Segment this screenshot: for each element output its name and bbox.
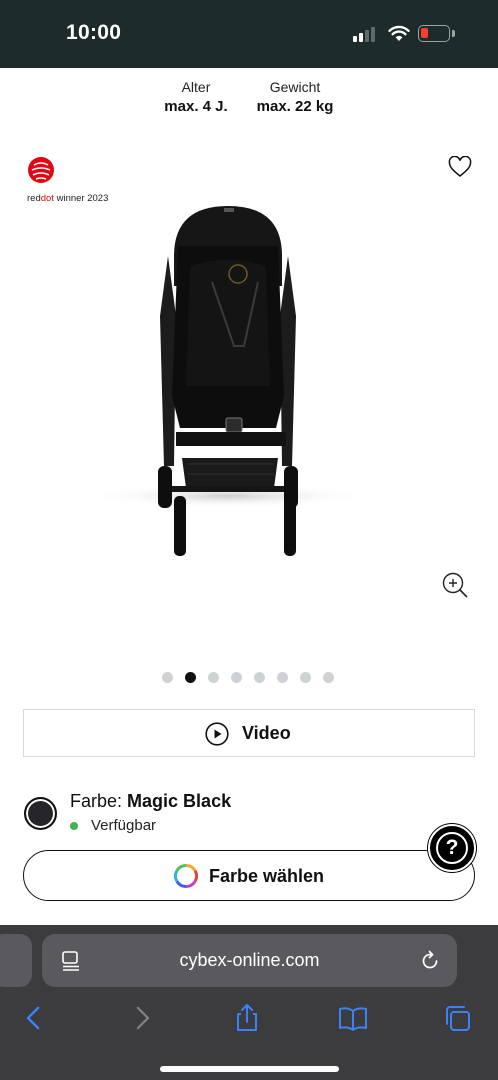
spec-weight: Gewicht max. 22 kg xyxy=(248,79,342,115)
status-time: 10:00 xyxy=(66,21,122,44)
availability-text: Verfügbar xyxy=(91,817,157,834)
color-info: Farbe: Magic Black xyxy=(70,791,231,812)
color-swatch[interactable] xyxy=(24,797,57,830)
color-label: Farbe: xyxy=(70,791,123,811)
choose-color-label: Farbe wählen xyxy=(209,866,325,886)
carousel-dot[interactable] xyxy=(277,672,288,683)
carousel-dot[interactable] xyxy=(162,672,173,683)
spec-age: Alter max. 4 J. xyxy=(156,79,236,115)
url-text: cybex-online.com xyxy=(179,950,320,970)
color-value: Magic Black xyxy=(127,791,232,811)
carousel-dot[interactable] xyxy=(231,672,242,683)
carousel-dot[interactable] xyxy=(208,672,219,683)
video-button[interactable]: Video xyxy=(23,709,475,757)
carousel-dot[interactable] xyxy=(323,672,334,683)
spec-weight-value: max. 22 kg xyxy=(256,98,334,115)
reload-icon[interactable] xyxy=(419,950,441,972)
help-button[interactable]: ? xyxy=(428,824,476,872)
browser-toolbar: cybex-online.com xyxy=(0,925,498,1080)
color-wheel-icon xyxy=(174,864,198,888)
wifi-icon xyxy=(388,25,410,41)
choose-color-button[interactable]: Farbe wählen xyxy=(23,850,475,901)
tabs-overview-icon[interactable] xyxy=(443,1003,473,1033)
carousel-dot[interactable] xyxy=(254,672,265,683)
home-indicator[interactable] xyxy=(160,1066,339,1072)
wishlist-heart-icon[interactable] xyxy=(448,156,472,178)
battery-icon xyxy=(418,25,450,42)
play-icon xyxy=(205,722,229,746)
help-question-icon: ? xyxy=(436,832,468,864)
award-highlight: dot xyxy=(40,193,54,204)
spec-age-label: Alter xyxy=(181,79,211,95)
carousel-dot[interactable] xyxy=(300,672,311,683)
address-bar[interactable]: cybex-online.com xyxy=(42,934,457,987)
video-button-label: Video xyxy=(242,723,291,743)
battery-cap xyxy=(452,30,455,37)
stroller-product-image[interactable] xyxy=(78,196,378,562)
spec-weight-label: Gewicht xyxy=(269,79,321,95)
award-prefix: red xyxy=(27,193,41,204)
cellular-signal-icon xyxy=(353,27,379,42)
zoom-in-icon[interactable] xyxy=(441,571,469,599)
forward-icon[interactable] xyxy=(127,1003,157,1033)
status-bar: 10:00 xyxy=(0,0,498,68)
bookmarks-icon[interactable] xyxy=(338,1003,368,1033)
carousel-dot-active[interactable] xyxy=(185,672,196,683)
share-icon[interactable] xyxy=(232,1003,262,1033)
reddot-logo-icon xyxy=(28,157,54,183)
previous-tab-preview[interactable] xyxy=(0,934,32,987)
battery-level xyxy=(421,28,428,38)
back-icon[interactable] xyxy=(19,1003,49,1033)
availability-indicator xyxy=(70,822,78,830)
spec-age-value: max. 4 J. xyxy=(164,98,228,115)
